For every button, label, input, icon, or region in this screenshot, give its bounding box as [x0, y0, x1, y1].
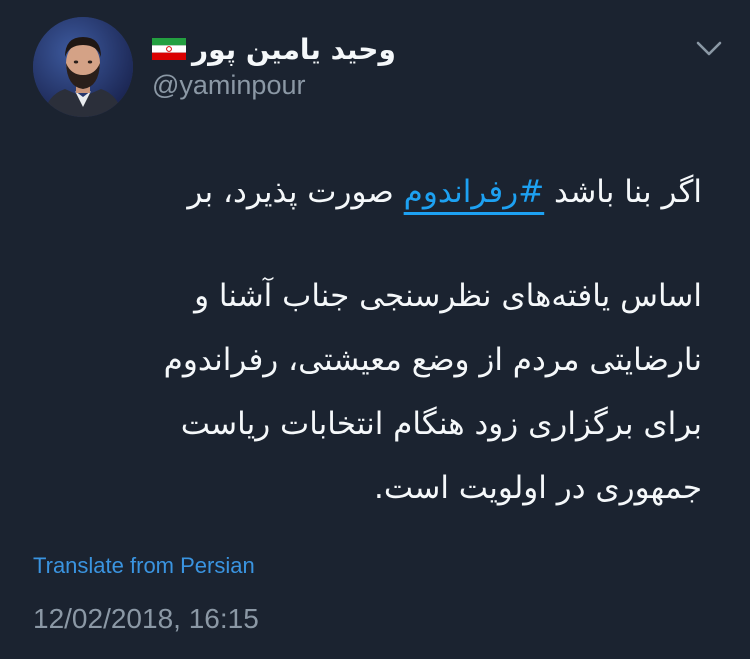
tweet-timestamp[interactable]: 12/02/2018, 16:15 [33, 603, 259, 635]
tweet-line-1-suffix: صورت پذیرد، بر [187, 174, 404, 210]
iran-flag-icon [152, 38, 186, 60]
chevron-down-icon[interactable] [692, 36, 726, 62]
tweet-line-1-prefix: اگر بنا باشد [544, 174, 702, 210]
tweet-text: اگر بنا باشد #رفراندوم صورت پذیرد، بر اس… [20, 160, 702, 520]
hashtag-link[interactable]: #رفراندوم [404, 174, 545, 210]
user-name-row: وحید یامین پور [152, 30, 396, 68]
tweet-line-5: جمهوری در اولویت است. [374, 470, 702, 506]
tweet-line-4: برای برگزاری زود هنگام انتخابات ریاست [180, 406, 702, 442]
display-name[interactable]: وحید یامین پور [192, 33, 396, 66]
tweet-line-1: اگر بنا باشد #رفراندوم صورت پذیرد، بر [20, 160, 702, 224]
profile-photo [33, 17, 133, 117]
tweet-line-2: اساس یافته‌های نظرسنجی جناب آشنا و [194, 278, 702, 314]
user-handle[interactable]: @yaminpour [152, 70, 305, 101]
translate-link[interactable]: Translate from Persian [33, 553, 255, 579]
tweet-line-3: نارضایتی مردم از وضع معیشتی، رفراندوم [163, 342, 702, 378]
avatar[interactable] [33, 17, 133, 117]
